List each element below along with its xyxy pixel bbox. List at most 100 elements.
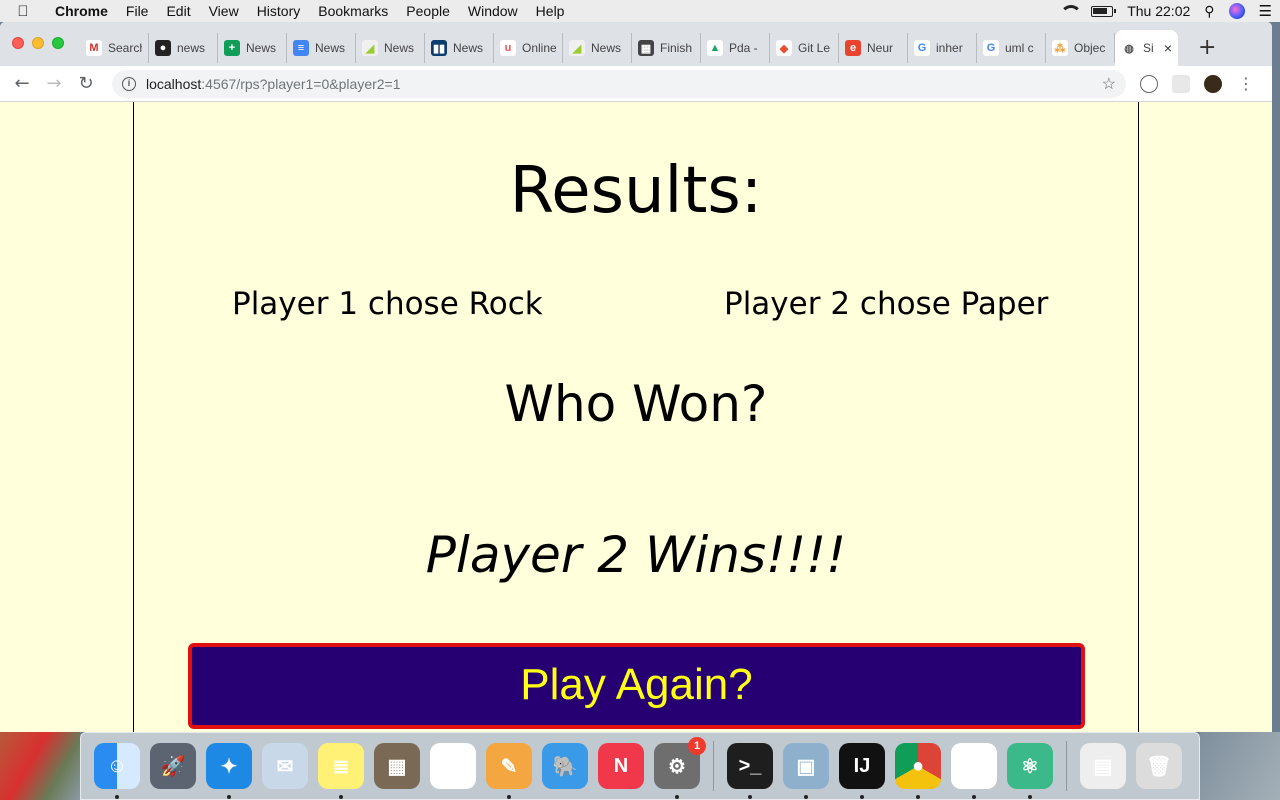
github-icon: ●: [155, 40, 171, 56]
tab-title: News: [384, 41, 415, 55]
browser-tab[interactable]: e Neur: [839, 33, 908, 63]
browser-tab[interactable]: M Search: [80, 33, 149, 63]
tab-title: Pda -: [729, 41, 758, 55]
google-icon: G: [914, 40, 930, 56]
menu-edit[interactable]: Edit: [157, 3, 199, 19]
page-viewport: Results: Player 1 chose Rock Player 2 ch…: [0, 102, 1272, 732]
profile-avatar[interactable]: [1204, 74, 1222, 93]
tab-title: Objec: [1074, 41, 1106, 55]
apple-icon[interactable]: : [0, 3, 46, 20]
tableplus-icon[interactable]: 🐘: [542, 743, 588, 789]
tab-title: Finish: [660, 41, 693, 55]
system-preferences-icon[interactable]: ⚙ 1: [654, 737, 706, 799]
menu-file[interactable]: File: [117, 3, 158, 19]
notification-center-icon[interactable]: ☰: [1259, 2, 1272, 20]
minimize-window-button[interactable]: [32, 37, 44, 49]
menu-bar:  ChromeFileEditViewHistoryBookmarksPeop…: [0, 0, 1280, 22]
chrome-menu-icon[interactable]: ⋮: [1238, 74, 1254, 93]
menu-view[interactable]: View: [200, 3, 248, 19]
menu-help[interactable]: Help: [527, 3, 574, 19]
close-window-button[interactable]: [12, 37, 24, 49]
tab-title: inher: [936, 41, 963, 55]
tab-title: Si: [1143, 41, 1154, 55]
tab-title: News: [246, 41, 277, 55]
slack-icon[interactable]: #: [951, 743, 997, 799]
player2-choice: Player 2 chose Paper: [724, 286, 1049, 322]
menu-history[interactable]: History: [248, 3, 310, 19]
tab-title: Online: [522, 41, 556, 55]
gmail-icon: M: [86, 40, 102, 56]
browser-tab[interactable]: ▲ Pda -: [701, 33, 770, 63]
tab-title: uml c: [1005, 41, 1034, 55]
browser-tab[interactable]: ◍ Si ×: [1115, 30, 1178, 66]
menu-chrome[interactable]: Chrome: [46, 3, 117, 19]
site-info-icon[interactable]: i: [122, 76, 136, 91]
udemy-icon: u: [500, 40, 516, 56]
close-tab-icon[interactable]: ×: [1164, 40, 1172, 56]
menu-people[interactable]: People: [397, 3, 459, 19]
dock-separator: [1066, 741, 1067, 791]
wifi-icon[interactable]: [1059, 5, 1083, 17]
play-again-button[interactable]: Play Again?: [188, 643, 1085, 729]
browser-tab[interactable]: ◢ News: [356, 33, 425, 63]
battery-icon[interactable]: [1091, 5, 1117, 17]
globe-icon: ◍: [1121, 40, 1137, 56]
tab-title: Git Le: [798, 41, 831, 55]
bookmark-star-icon[interactable]: ☆: [1102, 74, 1116, 94]
chrome-icon[interactable]: ●: [895, 743, 941, 799]
forward-button[interactable]: →: [38, 73, 70, 94]
extension-icon[interactable]: [1140, 74, 1158, 93]
terminal-icon[interactable]: >_: [727, 743, 773, 799]
fullscreen-window-button[interactable]: [52, 37, 64, 49]
google-icon: G: [983, 40, 999, 56]
tabs: M Search ● news + News ≡ News ◢ News ▮▮ News u Online…: [80, 30, 1178, 66]
trash-icon[interactable]: 🗑: [1136, 743, 1182, 789]
dock: ☺ 🚀 ✦ ✉ ≣ ▦ ✿ ✎ 🐘 N ⚙ 1 >_ ▣ IJ ● # ⚛ ▤ 🗑: [80, 732, 1200, 800]
browser-tab[interactable]: ⁂ Objec: [1046, 33, 1115, 63]
calculator-icon[interactable]: ▦: [374, 743, 420, 789]
tab-strip: M Search ● news + News ≡ News ◢ News ▮▮ News u Online…: [0, 22, 1272, 66]
browser-tab[interactable]: ▮▮ News: [425, 33, 494, 63]
browser-tab[interactable]: ◆ Git Le: [770, 33, 839, 63]
sheets-icon: +: [224, 40, 240, 56]
new-tab-button[interactable]: +: [1198, 35, 1216, 60]
browser-tab[interactable]: + News: [218, 33, 287, 63]
safari-icon[interactable]: ✦: [206, 743, 252, 799]
window-controls: [12, 37, 64, 49]
launchpad-icon[interactable]: 🚀: [150, 743, 196, 789]
address-bar[interactable]: i localhost :4567/rps?player1=0&player2=…: [112, 69, 1126, 98]
nz-icon: ◢: [569, 40, 585, 56]
notification-badge: 1: [688, 737, 706, 755]
reload-button[interactable]: ↻: [70, 73, 102, 94]
browser-tab[interactable]: Ginher: [908, 33, 977, 63]
notes-icon[interactable]: ≣: [318, 743, 364, 799]
browser-tab[interactable]: ≡ News: [287, 33, 356, 63]
browser-tab[interactable]: ● news: [149, 33, 218, 63]
who-won-heading: Who Won?: [504, 375, 768, 433]
git-icon: ◆: [776, 40, 792, 56]
pages-icon[interactable]: ✎: [486, 743, 532, 799]
extension-icon[interactable]: [1172, 74, 1190, 93]
news-app-icon[interactable]: N: [598, 743, 644, 789]
downloads-stack-icon[interactable]: ▤: [1080, 743, 1126, 789]
siri-icon[interactable]: [1228, 3, 1245, 19]
browser-tab[interactable]: u Online: [494, 33, 563, 63]
browser-tab[interactable]: ▦ Finish: [632, 33, 701, 63]
mail-icon[interactable]: ✉: [262, 743, 308, 789]
finder-icon[interactable]: ☺: [94, 743, 140, 799]
content-container: Results: Player 1 chose Rock Player 2 ch…: [133, 102, 1139, 732]
photos-icon[interactable]: ✿: [430, 743, 476, 789]
nodes-icon: ⁂: [1052, 40, 1068, 56]
menu-window[interactable]: Window: [459, 3, 527, 19]
browser-tab[interactable]: ◢ News: [563, 33, 632, 63]
menu-bookmarks[interactable]: Bookmarks: [309, 3, 397, 19]
preview-icon[interactable]: ▣: [783, 743, 829, 799]
tab-title: news: [177, 41, 206, 55]
clock[interactable]: Thu 22:02: [1127, 3, 1190, 19]
tab-title: News: [453, 41, 484, 55]
atom-icon[interactable]: ⚛: [1007, 743, 1053, 799]
browser-tab[interactable]: Guml c: [977, 33, 1046, 63]
intellij-icon[interactable]: IJ: [839, 743, 885, 799]
spotlight-icon[interactable]: ⚲: [1204, 3, 1214, 20]
back-button[interactable]: ←: [6, 73, 38, 94]
